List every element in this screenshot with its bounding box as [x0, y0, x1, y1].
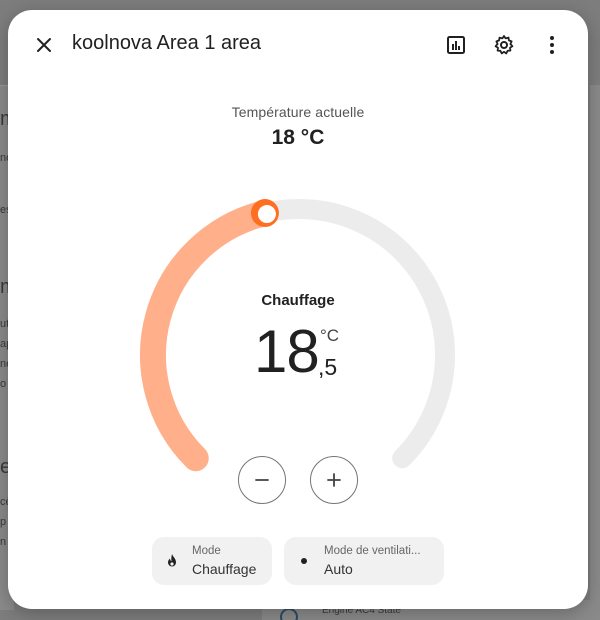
background-text: n: [0, 536, 7, 548]
chip-value: Chauffage: [192, 561, 257, 577]
dialog-title: koolnova Area 1 area: [72, 32, 262, 54]
settings-button[interactable]: [484, 25, 524, 65]
dialog-header: koolnova Area 1 area: [8, 10, 588, 80]
climate-more-info-dialog: koolnova Area 1 area Température actuell…: [8, 10, 588, 609]
close-button[interactable]: [24, 25, 64, 65]
chart-box-icon: [447, 36, 465, 54]
close-icon: [37, 38, 51, 52]
target-temperature-unit: °C: [320, 326, 340, 345]
target-temperature: 18 °C ,5: [254, 322, 364, 382]
history-button[interactable]: [436, 25, 476, 65]
dot-icon: [301, 558, 307, 564]
dial-active-range: [140, 200, 278, 472]
chip-title: Mode: [192, 545, 221, 557]
decrease-temperature-button[interactable]: [238, 456, 286, 504]
more-vertical-icon: [550, 36, 554, 54]
background-text: p: [0, 516, 7, 528]
fan-icon: [280, 608, 298, 620]
current-temperature-value: 18 °C: [271, 126, 325, 149]
chip-value: Auto: [324, 561, 353, 577]
background-card: [590, 85, 600, 610]
plus-icon: [327, 473, 341, 487]
chip-title: Mode de ventilati...: [324, 545, 421, 557]
target-temperature-decimal: ,5: [318, 354, 338, 380]
gear-icon: [494, 35, 514, 55]
increase-temperature-button[interactable]: [310, 456, 358, 504]
hvac-action-label: Chauffage: [261, 292, 335, 309]
background-text: o: [0, 378, 7, 390]
more-options-button[interactable]: [532, 25, 572, 65]
dial-handle-center: [257, 205, 276, 224]
hvac-mode-chip[interactable]: Mode Chauffage: [152, 537, 272, 585]
minus-icon: [255, 479, 269, 481]
current-temperature-label: Température actuelle: [231, 104, 365, 120]
fan-mode-chip[interactable]: Mode de ventilati... Auto: [284, 537, 444, 585]
fire-icon: [168, 554, 176, 567]
target-temperature-integer: 18: [254, 318, 320, 385]
